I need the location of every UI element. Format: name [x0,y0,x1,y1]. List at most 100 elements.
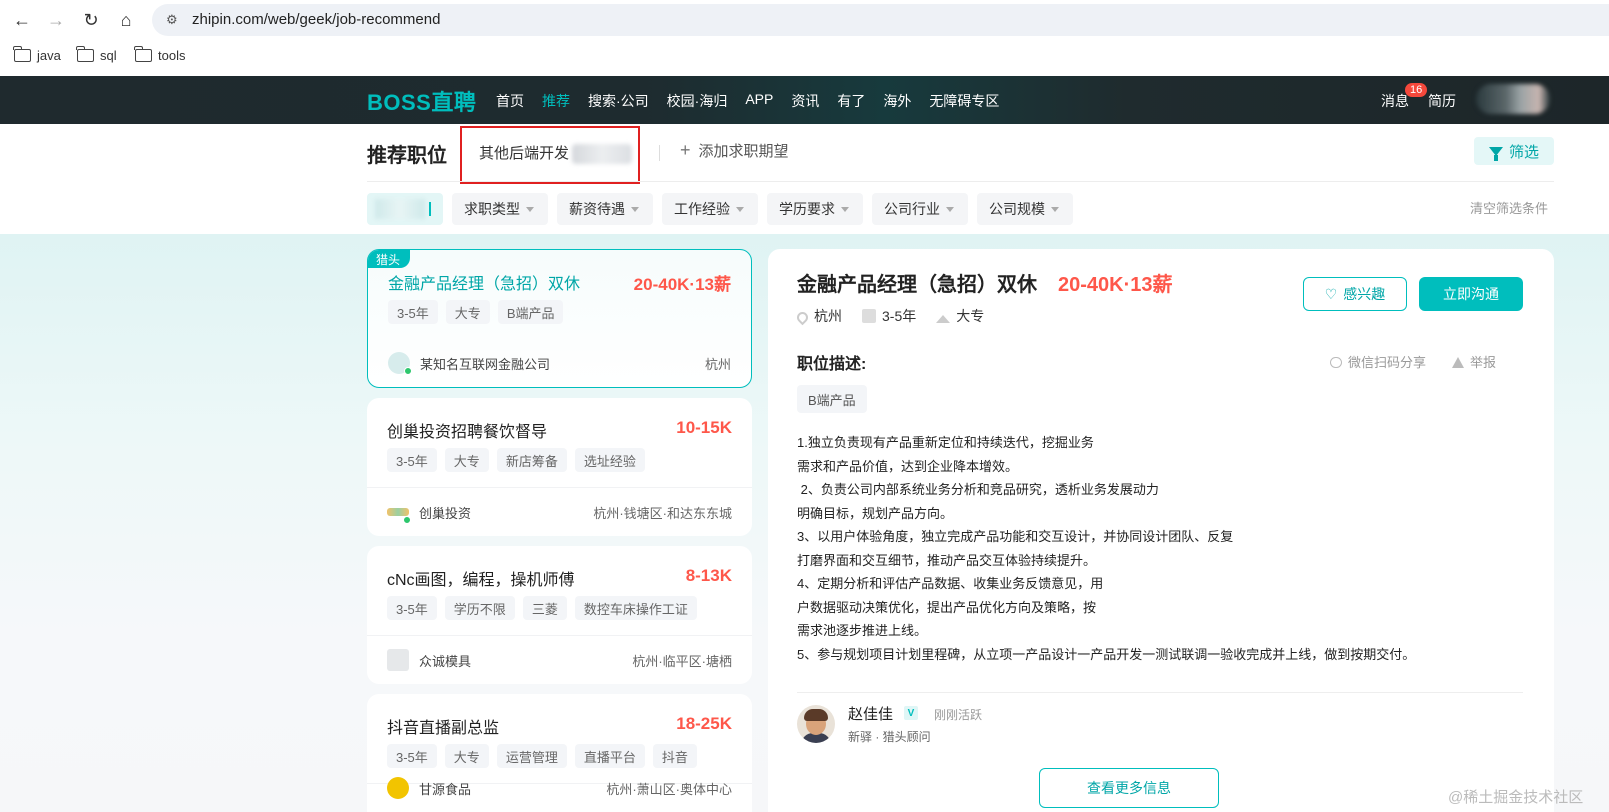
filter-job-type[interactable]: 求职类型 [452,193,548,225]
reload-icon[interactable]: ↻ [79,8,103,32]
wechat-share-link[interactable]: 微信扫码分享 [1330,352,1426,371]
detail-city: 杭州 [794,306,842,326]
detail-city-text: 杭州 [814,308,842,324]
job-card[interactable]: 猎头 金融产品经理（急招）双休 20-40K·13薪 3-5年 大专 B端产品 … [367,249,752,388]
filter-label: 公司行业 [884,201,940,217]
more-info-button[interactable]: 查看更多信息 [1039,768,1219,808]
filter-salary[interactable]: 薪资待遇 [557,193,653,225]
job-tag: 3-5年 [387,596,437,620]
filter-industry[interactable]: 公司行业 [872,193,968,225]
bookmarks-bar: java sql tools [0,40,1609,76]
chat-bubble-icon [1330,357,1342,368]
job-card[interactable]: cNc画图，编程，操机师傅 8-13K 3-5年 学历不限 三菱 数控车床操作工… [367,546,752,684]
company-logo [388,352,412,375]
bookmark-label: java [37,48,61,63]
detail-education-text: 大专 [956,308,985,324]
description-line: 需求池逐步推进上线。 [797,623,928,638]
interest-button[interactable]: ♡ 感兴趣 [1303,277,1407,311]
messages-link[interactable]: 消息 [1381,91,1409,111]
nav-app[interactable]: APP [745,91,773,111]
description-line: 3、以用户体验角度，独立完成产品功能和交互设计，并协同设计团队、反复 [797,529,1234,544]
nav-campus[interactable]: 校园·海归 [667,91,728,111]
graduation-cap-icon [936,315,951,323]
clear-filters-link[interactable]: 清空筛选条件 [1470,198,1548,217]
job-title[interactable]: cNc画图，编程，操机师傅 [387,566,575,590]
nav-overseas[interactable]: 海外 [883,91,911,111]
bookmark-label: tools [158,48,186,63]
forward-icon[interactable]: → [44,8,68,32]
job-location: 杭州·临平区·塘栖 [632,653,732,669]
headhunter-badge: 猎头 [368,250,411,268]
site-info-icon[interactable]: ⚙ [166,12,178,28]
site-logo[interactable]: BOSS直聘 [367,85,476,117]
job-title[interactable]: 金融产品经理（急招）双休 [388,270,580,294]
city-blurred [375,199,425,219]
nav-news[interactable]: 资讯 [791,91,819,111]
section-title: 职位描述: [797,356,867,373]
briefcase-icon [862,309,876,323]
chevron-down-icon [841,206,849,212]
top-nav: 首页 推荐 搜索·公司 校园·海归 APP 资讯 有了 海外 无障碍专区 [496,91,999,111]
description-line: 需求和产品价值，达到企业降本增效。 [797,458,1019,474]
description-line: 1.独立负责现有产品重新定位和持续迭代，挖掘业务 [797,435,1094,450]
city-chip[interactable] [367,193,443,225]
nav-home[interactable]: 首页 [496,91,524,111]
avatar-hair [804,709,828,721]
add-expectation-label: 添加求职期望 [698,143,789,160]
filter-button[interactable]: 筛选 [1474,137,1554,165]
detail-salary: 20-40K·13薪 [1058,274,1173,296]
filter-experience[interactable]: 工作经验 [662,193,758,225]
job-tag: B端产品 [497,300,564,324]
filter-label: 工作经验 [674,201,730,217]
user-avatar[interactable] [1476,84,1550,114]
filter-label: 公司规模 [989,201,1045,217]
description-line: 4、定期分析和评估产品数据、收集业务反馈意见，用 [797,576,1104,591]
location-pin-icon [794,309,811,326]
home-icon[interactable]: ⌂ [114,8,138,32]
filter-row: 求职类型 薪资待遇 工作经验 学历要求 公司行业 公司规模 [367,193,1073,225]
online-indicator [404,367,412,375]
detail-experience: 3-5年 [862,306,916,326]
folder-icon [134,46,152,62]
nav-accessibility[interactable]: 无障碍专区 [929,91,999,111]
company-name[interactable]: 众诚模具 [419,651,471,670]
chevron-down-icon [946,206,954,212]
filter-company-size[interactable]: 公司规模 [977,193,1073,225]
job-card-footer: 某知名互联网金融公司 杭州 [368,339,751,387]
share-label: 微信扫码分享 [1348,355,1427,370]
report-link[interactable]: 举报 [1452,352,1496,371]
job-salary: 20-40K·13薪 [633,275,731,294]
company-logo [387,777,409,799]
url-text[interactable]: zhipin.com/web/geek/job-recommend [192,11,440,28]
job-detail-panel: 金融产品经理（急招）双休 20-40K·13薪 杭州 3-5年 大专 ♡ 感兴趣… [768,249,1554,812]
nav-youle[interactable]: 有了 [837,91,865,111]
interest-label: 感兴趣 [1343,286,1386,302]
job-tag: 三菱 [522,596,567,620]
description-line: 5、参与规划项目计划里程碑，从立项一产品设计一产品开发一测试联调一验收完成并上线… [797,646,1416,662]
address-bar[interactable]: ⚙ zhipin.com/web/geek/job-recommend [152,4,1609,36]
description-line: 户数据驱动决策优化，提出产品优化方向及策略，按 [797,599,1097,615]
chevron-down-icon [526,206,534,212]
company-name[interactable]: 某知名互联网金融公司 [420,354,550,373]
bookmark-tools[interactable]: tools [134,46,186,63]
bookmark-label: sql [100,48,117,63]
bookmark-java[interactable]: java [13,46,61,63]
nav-search-company[interactable]: 搜索·公司 [588,91,649,111]
filter-education[interactable]: 学历要求 [767,193,863,225]
add-expectation-button[interactable]: + 添加求职期望 [680,140,789,161]
chat-now-button[interactable]: 立即沟通 [1419,277,1523,311]
site-header: BOSS直聘 首页 推荐 搜索·公司 校园·海归 APP 资讯 有了 海外 无障… [0,76,1609,124]
recruiter-avatar[interactable] [797,705,835,743]
job-title[interactable]: 创巢投资招聘餐饮督导 [387,418,547,442]
company-name[interactable]: 甘源食品 [419,779,471,798]
heart-icon: ♡ [1324,285,1338,302]
job-title[interactable]: 抖音直播副总监 [387,714,499,738]
job-card[interactable]: 抖音直播副总监 18-25K 3-5年 大专 运营管理 直播平台 抖音 甘源食品… [367,694,752,812]
bookmark-sql[interactable]: sql [76,46,117,63]
back-icon[interactable]: ← [10,8,34,32]
resume-link[interactable]: 简历 [1428,91,1456,111]
detail-meta: 杭州 3-5年 大专 [794,306,985,326]
nav-recommend[interactable]: 推荐 [542,91,570,111]
company-name[interactable]: 创巢投资 [419,503,471,522]
job-card[interactable]: 创巢投资招聘餐饮督导 10-15K 3-5年 大专 新店筹备 选址经验 创巢投资… [367,398,752,536]
